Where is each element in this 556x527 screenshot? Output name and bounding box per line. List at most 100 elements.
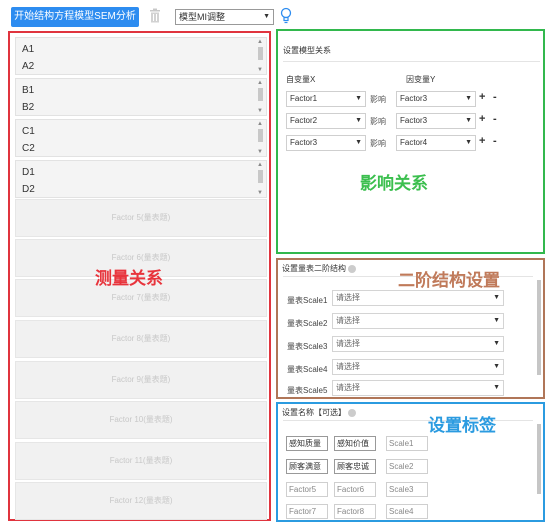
select-placeholder: 请选择 xyxy=(336,316,360,325)
factor-drop-slot[interactable]: Factor 11(量表题) xyxy=(15,442,267,480)
model-mi-select-value: 模型MI调整 xyxy=(179,12,225,22)
factor-drop-slot[interactable]: Factor 12(量表题) xyxy=(15,482,267,520)
panel-title: 设置名称【可选】 xyxy=(282,407,356,418)
select-value: Factor4 xyxy=(400,138,428,147)
list-item[interactable]: D1 xyxy=(22,167,35,178)
influence-label: 影响关系 xyxy=(360,174,428,194)
scale-select[interactable]: 请选择 ▼ xyxy=(332,336,504,352)
tags-label: 设置标签 xyxy=(428,416,496,436)
start-sem-analysis-button[interactable]: 开始结构方程模型SEM分析 xyxy=(11,7,139,27)
scrollbar[interactable]: ▲ ▼ xyxy=(256,39,265,73)
chevron-down-icon: ▼ xyxy=(355,95,362,102)
tag-input[interactable]: Factor6 xyxy=(334,482,376,497)
influence-verb: 影响 xyxy=(370,95,386,104)
scale-select[interactable]: 请选择 ▼ xyxy=(332,290,504,306)
indicator-list[interactable]: C1 C2 ▲ ▼ xyxy=(15,119,267,157)
column-header-y: 因变量Y xyxy=(406,75,436,84)
tag-input[interactable]: Factor7 xyxy=(286,504,328,519)
indicator-list[interactable]: D1 D2 ▲ ▼ xyxy=(15,160,267,198)
scale-select[interactable]: 请选择 ▼ xyxy=(332,359,504,375)
dependent-variable-select[interactable]: Factor3 ▼ xyxy=(396,113,476,129)
select-value: Factor1 xyxy=(290,94,318,103)
measurement-label: 测量关系 xyxy=(95,269,163,289)
tag-input[interactable]: 感知价值 xyxy=(334,436,376,451)
select-value: Factor3 xyxy=(290,138,318,147)
scrollbar[interactable]: ▲ ▼ xyxy=(256,162,265,196)
factor-drop-slot[interactable]: Factor 5(量表题) xyxy=(15,199,267,237)
chevron-down-icon: ▼ xyxy=(493,384,500,391)
dependent-variable-select[interactable]: Factor4 ▼ xyxy=(396,135,476,151)
panel-title-text: 设置量表二阶结构 xyxy=(282,264,346,273)
tag-input[interactable]: 感知质量 xyxy=(286,436,328,451)
scale-select[interactable]: 请选择 ▼ xyxy=(332,313,504,329)
scrollbar[interactable]: ▲ ▼ xyxy=(256,80,265,114)
list-item[interactable]: C1 xyxy=(22,126,35,137)
dependent-variable-select[interactable]: Factor3 ▼ xyxy=(396,91,476,107)
select-placeholder: 请选择 xyxy=(336,339,360,348)
info-icon[interactable] xyxy=(348,264,356,273)
chevron-down-icon: ▼ xyxy=(493,294,500,301)
tag-input[interactable]: 顾客忠诚 xyxy=(334,459,376,474)
select-value: Factor3 xyxy=(400,94,428,103)
influence-verb: 影响 xyxy=(370,117,386,126)
panel-title: 设置量表二阶结构 xyxy=(282,263,356,274)
model-mi-select[interactable]: 模型MI调整 ▼ xyxy=(175,9,274,25)
list-item[interactable]: B1 xyxy=(22,85,34,96)
tag-input[interactable]: Scale4 xyxy=(386,504,428,519)
list-item[interactable]: A1 xyxy=(22,44,34,55)
info-icon[interactable] xyxy=(348,408,356,417)
remove-row-button[interactable]: - xyxy=(493,135,497,147)
influence-verb: 影响 xyxy=(370,139,386,148)
panel-title-text: 设置名称【可选】 xyxy=(282,408,346,417)
factor-drop-slot[interactable]: Factor 8(量表题) xyxy=(15,320,267,358)
add-row-button[interactable]: + xyxy=(479,91,485,103)
scale-select[interactable]: 请选择 ▼ xyxy=(332,380,504,396)
panel-title: 设置模型关系 xyxy=(283,46,331,55)
independent-variable-select[interactable]: Factor2 ▼ xyxy=(286,113,366,129)
lightbulb-icon[interactable] xyxy=(280,7,292,25)
chevron-down-icon: ▼ xyxy=(493,317,500,324)
factor-drop-slot[interactable]: Factor 10(量表题) xyxy=(15,401,267,439)
scale-label: 量表Scale3 xyxy=(287,342,328,351)
chevron-down-icon: ▼ xyxy=(355,139,362,146)
chevron-down-icon: ▼ xyxy=(465,95,472,102)
tags-panel: 设置名称【可选】 设置标签 感知质量 感知价值 Scale1 顾客满意 顾客忠诚… xyxy=(276,402,545,522)
chevron-down-icon: ▼ xyxy=(465,117,472,124)
chevron-down-icon: ▼ xyxy=(493,340,500,347)
chevron-down-icon: ▼ xyxy=(263,13,270,20)
select-value: Factor2 xyxy=(290,116,318,125)
indicator-list[interactable]: A1 A2 ▲ ▼ xyxy=(15,37,267,75)
factor-drop-slot[interactable]: Factor 9(量表题) xyxy=(15,361,267,399)
select-placeholder: 请选择 xyxy=(336,362,360,371)
scale-label: 量表Scale2 xyxy=(287,319,328,328)
chevron-down-icon: ▼ xyxy=(465,139,472,146)
list-item[interactable]: D2 xyxy=(22,184,35,195)
independent-variable-select[interactable]: Factor3 ▼ xyxy=(286,135,366,151)
add-row-button[interactable]: + xyxy=(479,113,485,125)
list-item[interactable]: C2 xyxy=(22,143,35,154)
remove-row-button[interactable]: - xyxy=(493,113,497,125)
remove-row-button[interactable]: - xyxy=(493,91,497,103)
second-order-panel: 设置量表二阶结构 二阶结构设置 量表Scale1 请选择 ▼ 量表Scale2 请… xyxy=(276,258,545,399)
scrollbar[interactable] xyxy=(536,280,542,392)
tag-input[interactable]: Scale3 xyxy=(386,482,428,497)
tag-input[interactable]: 顾客满意 xyxy=(286,459,328,474)
select-placeholder: 请选择 xyxy=(336,293,360,302)
chevron-down-icon: ▼ xyxy=(493,363,500,370)
scrollbar[interactable] xyxy=(536,424,542,519)
tag-input[interactable]: Scale1 xyxy=(386,436,428,451)
scrollbar[interactable]: ▲ ▼ xyxy=(256,121,265,155)
trash-icon[interactable] xyxy=(149,8,161,24)
indicator-list[interactable]: B1 B2 ▲ ▼ xyxy=(15,78,267,116)
list-item[interactable]: B2 xyxy=(22,102,34,113)
scale-label: 量表Scale5 xyxy=(287,386,328,395)
list-item[interactable]: A2 xyxy=(22,61,34,72)
tag-input[interactable]: Factor8 xyxy=(334,504,376,519)
tag-input[interactable]: Scale2 xyxy=(386,459,428,474)
add-row-button[interactable]: + xyxy=(479,135,485,147)
influence-panel: 设置模型关系 自变量X 因变量Y Factor1 ▼ 影响 Factor3 ▼ + … xyxy=(276,29,545,254)
divider xyxy=(283,61,540,62)
tag-input[interactable]: Factor5 xyxy=(286,482,328,497)
independent-variable-select[interactable]: Factor1 ▼ xyxy=(286,91,366,107)
second-order-label: 二阶结构设置 xyxy=(398,271,500,291)
